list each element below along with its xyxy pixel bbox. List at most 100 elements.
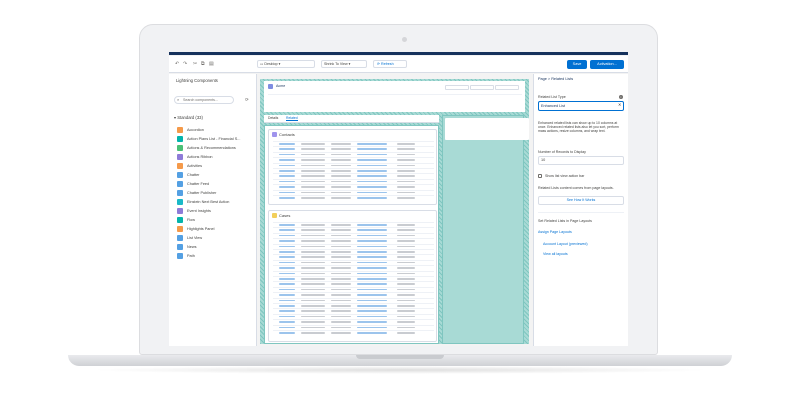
undo-icon[interactable]: ↶ [175,61,179,67]
refresh-button[interactable]: ⟳ Refresh [373,60,407,68]
table-row[interactable] [273,324,434,330]
component-item[interactable]: Actions Ribbon [177,153,255,162]
component-item[interactable]: Activities [177,162,255,171]
table-row[interactable] [273,189,434,195]
table-row[interactable] [273,243,434,249]
standard-section-toggle[interactable]: ▾ Standard (33) [174,115,203,120]
table-row[interactable] [273,178,434,184]
table-cell [397,283,415,285]
table-cell [331,245,351,248]
table-row[interactable] [273,238,434,243]
component-icon [177,154,183,160]
table-cell [279,326,295,329]
table-cell [397,224,415,226]
highlight-action-button[interactable] [445,85,469,90]
copy-icon[interactable]: ⧉ [201,61,205,67]
table-cell [279,180,295,183]
table-row[interactable] [273,141,434,146]
record-highlights[interactable]: Acme [264,81,525,112]
table-row[interactable] [273,265,434,270]
refresh-components-icon[interactable]: ⟳ [245,97,249,103]
table-row[interactable] [273,308,434,313]
table-row[interactable] [273,270,434,276]
save-button[interactable]: Save [567,60,587,69]
component-item[interactable]: Event Insights [177,207,255,216]
table-row[interactable] [273,313,434,319]
activation-button[interactable]: Activation... [590,60,624,69]
table-row[interactable] [273,157,434,162]
component-item[interactable]: Flow [177,216,255,225]
table-cell [279,148,295,150]
component-item[interactable]: Action Plans List - Financial S... [177,135,255,144]
table-row[interactable] [273,184,434,189]
table-row[interactable] [273,227,434,232]
highlight-action-button[interactable] [470,85,494,90]
table-row[interactable] [273,195,434,200]
tab-details[interactable]: Details [268,116,278,120]
component-item[interactable]: Path [177,252,255,261]
table-row[interactable] [273,254,434,259]
table-row[interactable] [273,286,434,292]
table-cell [301,180,325,183]
table-cell [331,251,351,253]
table-row[interactable] [273,232,434,238]
view-all-layouts-link[interactable]: View all layouts [543,252,568,256]
table-cell [279,186,295,188]
cases-related-list[interactable]: Cases [268,210,437,342]
search-components-input[interactable]: Search components... [174,96,234,104]
component-item[interactable]: Accordion [177,126,255,135]
component-item[interactable]: Chatter [177,171,255,180]
table-row[interactable] [273,151,434,157]
highlight-fields [268,94,522,108]
how-it-works-button[interactable]: See How It Works [538,196,624,205]
component-item[interactable]: List View [177,234,255,243]
component-item[interactable]: Chatter Feed [177,180,255,189]
table-cell [301,186,325,188]
table-cell [301,321,325,323]
table-cell [331,224,351,226]
table-row[interactable] [273,297,434,303]
table-cell [279,310,295,312]
related-list-quick-links[interactable] [445,118,529,140]
action-bar-checkbox[interactable] [538,174,542,178]
component-item[interactable]: Actions & Recommendations [177,144,255,153]
list-type-select[interactable]: Enhanced List [538,101,624,111]
set-layouts-label: Set Related Lists in Page Layouts [538,219,592,223]
component-item[interactable]: Highlights Panel [177,225,255,234]
table-row[interactable] [273,330,434,335]
table-row[interactable] [273,146,434,151]
table-row[interactable] [273,222,434,227]
contacts-related-list[interactable]: Contacts [268,129,437,205]
table-row[interactable] [273,292,434,297]
cut-icon[interactable]: ✂ [193,61,197,67]
tab-related[interactable]: Related [286,116,298,121]
table-row[interactable] [273,303,434,308]
table-row[interactable] [273,162,434,168]
highlight-action-button[interactable] [495,85,519,90]
table-row[interactable] [273,249,434,254]
records-input[interactable]: 10 [538,156,624,165]
component-item[interactable]: Chatter Publisher [177,189,255,198]
table-cell [331,175,351,177]
table-cell [357,294,387,296]
paste-icon[interactable]: ▤ [209,61,214,67]
device-select[interactable]: ▭ Desktop ▾ [257,60,315,68]
clear-icon[interactable]: ✕ [618,102,621,107]
table-row[interactable] [273,259,434,265]
component-item[interactable]: Einstein Next Best Action [177,198,255,207]
table-cell [397,164,415,167]
main-column: Contacts Cases [264,125,439,344]
table-row[interactable] [273,168,434,173]
table-row[interactable] [273,281,434,286]
component-label: Chatter [187,173,200,177]
shrink-select[interactable]: Shrink To View ▾ [321,60,367,68]
assign-layouts-link[interactable]: Assign Page Layouts [538,230,572,234]
table-row[interactable] [273,173,434,178]
table-cell [331,332,351,334]
component-item[interactable]: News [177,243,255,252]
redo-icon[interactable]: ↷ [183,61,187,67]
table-row[interactable] [273,276,434,281]
account-layout-link[interactable]: Account Layout (previewed) [543,242,588,246]
info-icon[interactable]: i [619,95,623,99]
table-row[interactable] [273,319,434,324]
